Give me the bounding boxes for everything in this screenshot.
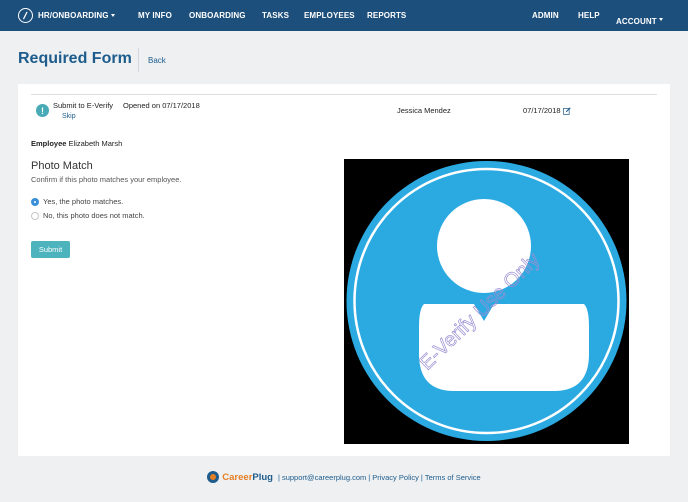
opened-date: Opened on 07/17/2018 [123, 101, 200, 110]
avatar-placeholder-icon: E-Verify Use Only [344, 159, 629, 444]
due-date: 07/17/2018 [523, 106, 571, 115]
brand-label: HR/ONBOARDING [38, 11, 109, 20]
top-nav: HR/ONBOARDING MY INFO ONBOARDING TASKS E… [0, 0, 688, 31]
employee-label: Employee [31, 139, 67, 148]
chevron-down-icon [110, 14, 115, 17]
separator: | [420, 472, 423, 482]
alert-icon: ! [36, 104, 49, 117]
form-card: ! Submit to E-Verify Skip Opened on 07/1… [18, 84, 670, 456]
page-title: Required Form [18, 50, 132, 67]
separator: | [277, 472, 280, 482]
brand-plug: Plug [252, 471, 273, 483]
separator: | [368, 472, 371, 482]
nav-tasks[interactable]: TASKS [262, 11, 289, 20]
radio-no[interactable]: No, this photo does not match. [31, 211, 145, 220]
nav-my-info[interactable]: MY INFO [138, 11, 172, 20]
footer: CareerPlug | support@careerplug.com | Pr… [0, 471, 688, 483]
privacy-policy-link[interactable]: Privacy Policy [372, 473, 419, 482]
nav-reports[interactable]: REPORTS [367, 11, 406, 20]
logo-icon [18, 8, 33, 23]
divider [31, 94, 657, 95]
brand-menu[interactable]: HR/ONBOARDING [18, 0, 115, 31]
employee-photo: E-Verify Use Only [344, 159, 629, 444]
photo-match-description: Confirm if this photo matches your emplo… [31, 175, 182, 184]
nav-help[interactable]: HELP [578, 11, 600, 20]
radio-yes[interactable]: Yes, the photo matches. [31, 197, 123, 206]
radio-no-label: No, this photo does not match. [43, 211, 145, 220]
nav-onboarding[interactable]: ONBOARDING [189, 11, 246, 20]
submit-button[interactable]: Submit [31, 241, 70, 258]
account-label: ACCOUNT [616, 17, 657, 26]
careerplug-icon [207, 471, 220, 483]
careerplug-logo[interactable]: CareerPlug [207, 471, 273, 483]
nav-admin[interactable]: ADMIN [532, 11, 559, 20]
terms-link[interactable]: Terms of Service [425, 473, 481, 482]
radio-button[interactable] [31, 211, 39, 220]
radio-yes-label: Yes, the photo matches. [43, 197, 124, 206]
brand-career: Career [222, 471, 253, 483]
nav-employees[interactable]: EMPLOYEES [304, 11, 355, 20]
back-link[interactable]: Back [138, 48, 166, 72]
chevron-down-icon [658, 18, 663, 22]
nav-account[interactable]: ACCOUNT [616, 11, 663, 29]
assignee-name: Jessica Mendez [397, 106, 451, 115]
due-date-text: 07/17/2018 [523, 106, 561, 115]
skip-link[interactable]: Skip [62, 113, 76, 120]
employee-name: Elizabeth Marsh [68, 139, 123, 148]
employee-line: Employee Elizabeth Marsh [31, 139, 122, 148]
support-email-link[interactable]: support@careerplug.com [282, 473, 366, 482]
radio-button-checked[interactable] [31, 197, 39, 206]
photo-match-title: Photo Match [31, 160, 93, 172]
task-name: Submit to E-Verify [53, 101, 114, 110]
brand-name: CareerPlug [222, 472, 273, 483]
edit-icon[interactable] [562, 106, 571, 115]
